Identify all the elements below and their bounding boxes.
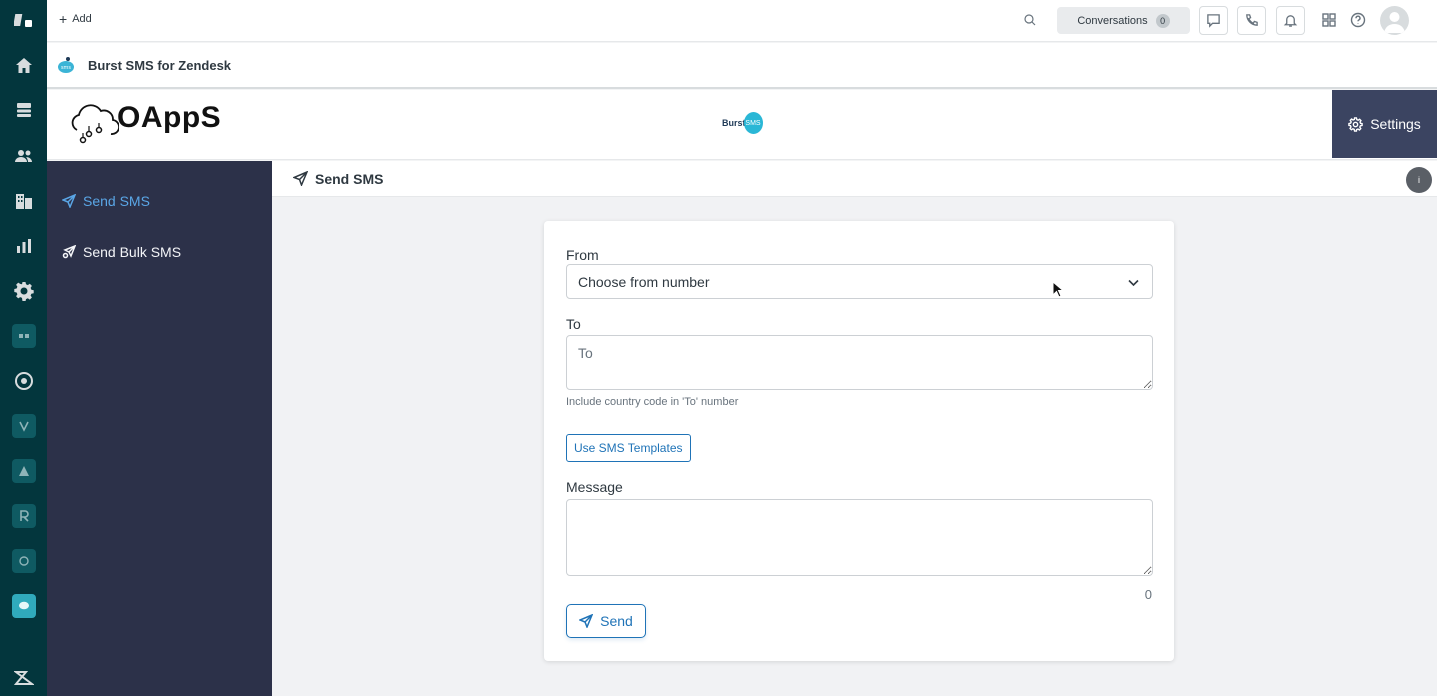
nav-send-sms-label: Send SMS [83, 193, 150, 209]
user-avatar[interactable] [1380, 6, 1409, 35]
add-label: Add [72, 13, 92, 25]
character-counter: 0 [1144, 587, 1152, 602]
grid-icon [1322, 13, 1336, 27]
settings-label: Settings [1370, 116, 1421, 132]
app-side-nav: Send SMS Send Bulk SMS [47, 161, 272, 696]
bulk-send-icon [62, 245, 76, 259]
to-label: To [566, 316, 581, 332]
bell-icon [1283, 15, 1298, 27]
app-icon-v[interactable] [0, 408, 47, 444]
views-icon[interactable] [0, 92, 47, 128]
home-icon[interactable] [0, 48, 47, 84]
nav-send-bulk-sms-label: Send Bulk SMS [83, 244, 182, 260]
app-header: sms Burst SMS for Zendesk [47, 43, 1437, 89]
conversations-button[interactable]: Conversations 0 [1057, 7, 1190, 34]
products-button[interactable] [1320, 11, 1338, 29]
zendesk-logo-icon[interactable] [0, 2, 47, 38]
app-title: Burst SMS for Zendesk [88, 57, 232, 73]
paper-plane-icon [62, 194, 76, 208]
chevron-down-icon [1128, 279, 1139, 287]
oapps-logo: OAppS [67, 100, 221, 144]
sms-bubble-icon: SMS [743, 112, 763, 134]
help-button[interactable] [1349, 11, 1367, 29]
burst-sms-logo: Burst SMS [722, 112, 763, 134]
nav-send-sms[interactable]: Send SMS [62, 193, 150, 209]
zendesk-z-icon[interactable] [0, 660, 47, 696]
message-input[interactable] [566, 499, 1153, 576]
info-button[interactable]: i [1406, 167, 1432, 193]
chat-bubble-icon [1207, 14, 1220, 28]
search-icon[interactable] [1022, 12, 1038, 28]
settings-button[interactable]: Settings [1332, 90, 1437, 158]
app-icon-r[interactable] [0, 498, 47, 534]
send-label: Send [600, 613, 633, 629]
brand-bar: OAppS Burst SMS Settings [47, 90, 1437, 160]
to-input[interactable] [566, 335, 1153, 390]
add-button[interactable]: + Add [59, 12, 92, 26]
from-label: From [566, 247, 599, 263]
user-icon [1384, 12, 1405, 33]
main-content: Send SMS i From Choose from number To In… [272, 161, 1437, 696]
use-sms-templates-button[interactable]: Use SMS Templates [566, 434, 691, 462]
nav-send-bulk-sms[interactable]: Send Bulk SMS [62, 244, 181, 260]
page-header: Send SMS i [272, 161, 1437, 197]
conversations-label: Conversations [1077, 14, 1148, 27]
from-select-value: Choose from number [578, 273, 710, 290]
v-app-icon [11, 414, 36, 438]
admin-gear-icon[interactable] [0, 273, 47, 309]
message-label: Message [566, 479, 623, 495]
top-bar: + Add Conversations 0 [47, 0, 1437, 42]
plus-icon: + [59, 11, 68, 27]
organizations-icon[interactable] [0, 183, 47, 219]
svg-text:sms: sms [61, 65, 71, 71]
phone-icon [1246, 14, 1258, 26]
talk-button[interactable] [1237, 6, 1266, 35]
cloud-app-icon [11, 549, 36, 573]
app-icon-1[interactable] [0, 318, 47, 354]
app-icon-cloud[interactable] [0, 543, 47, 579]
gear-icon [1348, 116, 1363, 132]
notifications-button[interactable] [1276, 6, 1305, 35]
send-button[interactable]: Send [566, 604, 646, 638]
app-icon-burst-sms[interactable] [0, 588, 47, 624]
to-hint: Include country code in 'To' number [566, 396, 739, 408]
app-icon-triangle[interactable] [0, 453, 47, 489]
triangle-app-icon [11, 459, 36, 483]
r-app-icon [11, 504, 36, 528]
sms-app-icon [11, 594, 36, 618]
paper-plane-icon [293, 171, 308, 186]
app-badge-icon [11, 324, 36, 348]
burst-logo-text: Burst [722, 118, 746, 128]
help-circle-icon [1350, 12, 1366, 28]
zendesk-rail [0, 0, 47, 696]
chat-button[interactable] [1199, 6, 1228, 35]
cloud-logo-icon [71, 104, 119, 144]
reporting-icon[interactable] [0, 228, 47, 264]
send-sms-form: From Choose from number To Include count… [544, 221, 1174, 661]
from-number-select[interactable]: Choose from number [566, 264, 1153, 299]
oapps-logo-text: OAppS [117, 101, 222, 134]
conversations-count-badge: 0 [1155, 13, 1170, 28]
paper-plane-icon [579, 614, 594, 628]
support-app-icon[interactable] [0, 363, 47, 399]
page-title: Send SMS [315, 170, 384, 187]
burst-sms-app-icon: sms [58, 57, 74, 73]
mouse-cursor-icon [1052, 281, 1064, 298]
customers-icon[interactable] [0, 138, 47, 174]
